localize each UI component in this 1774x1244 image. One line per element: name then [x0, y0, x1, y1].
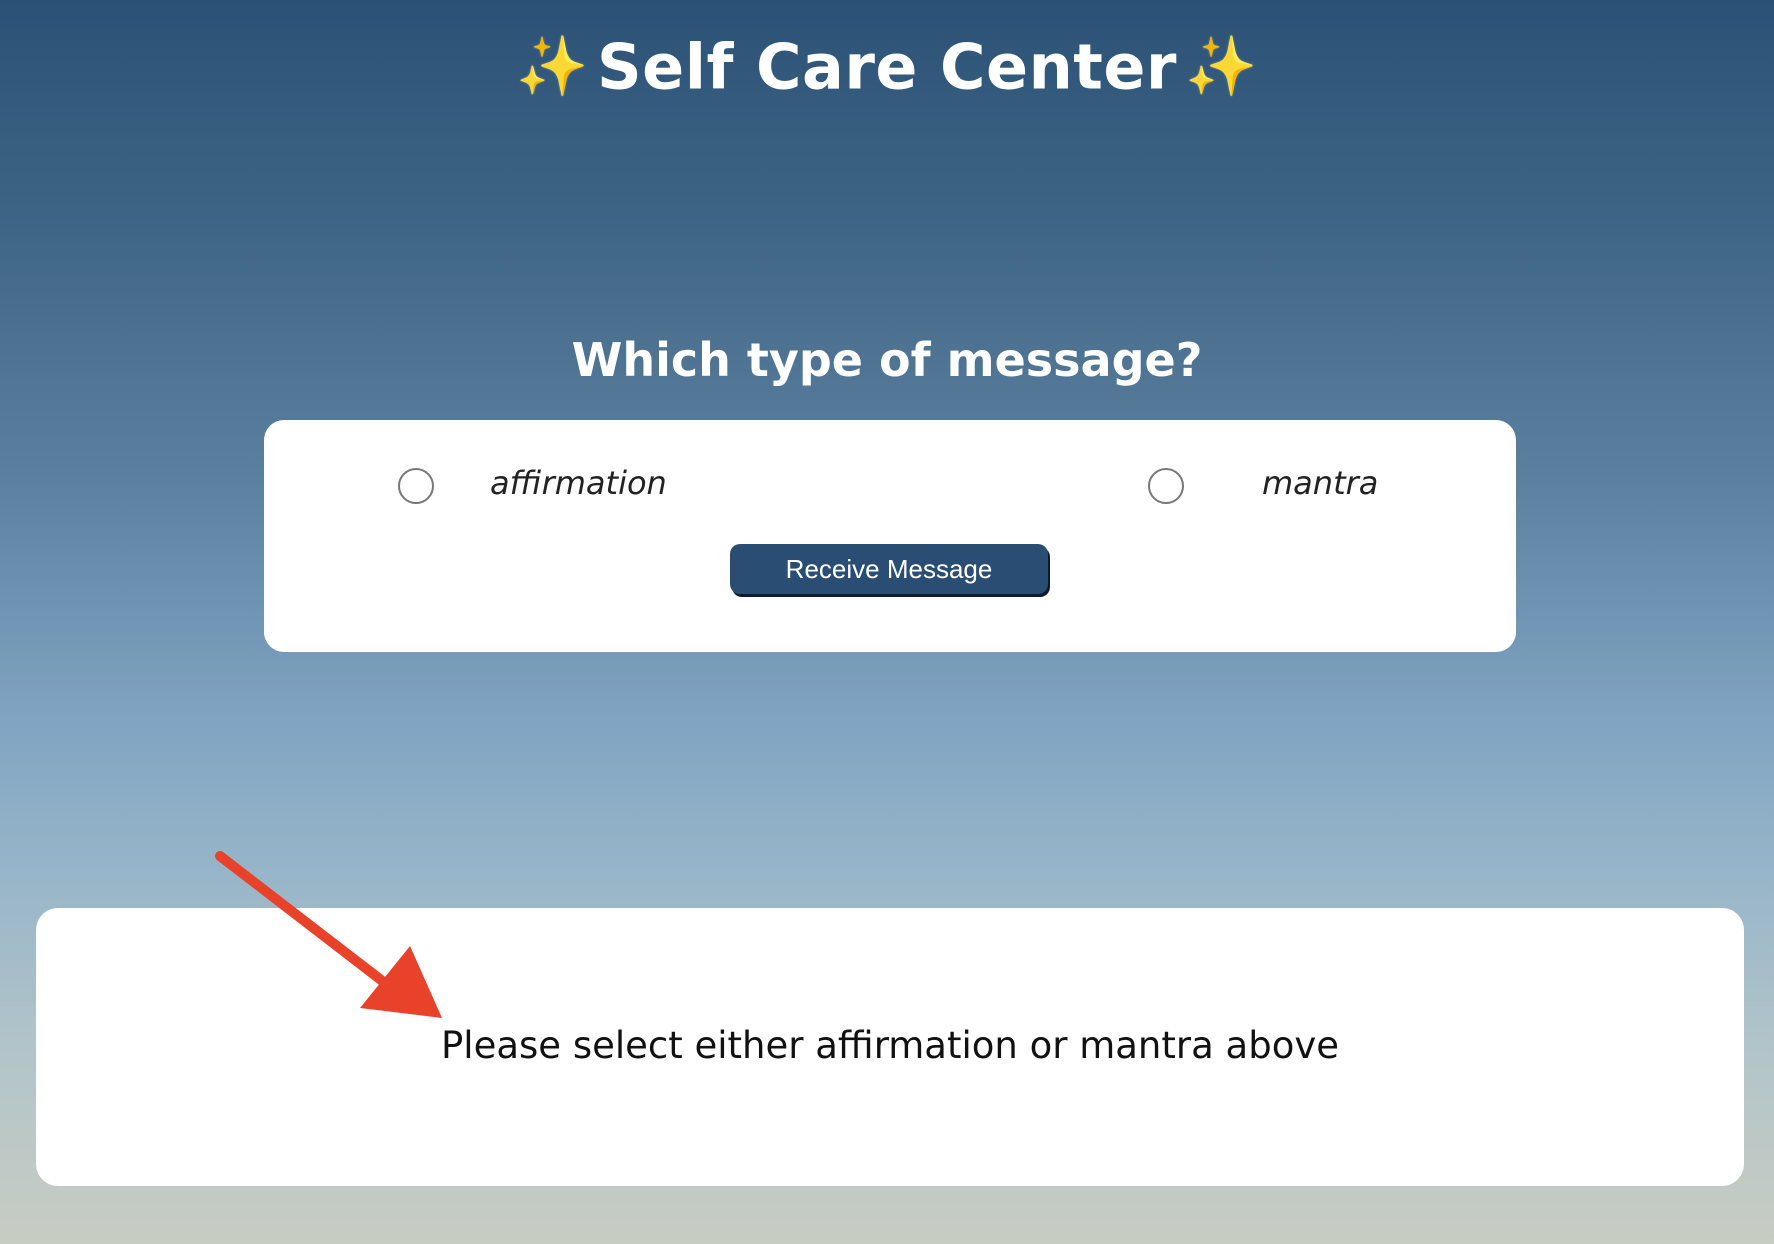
affirmation-radio[interactable] — [398, 468, 434, 504]
sparkles-icon: ✨ — [1185, 32, 1258, 101]
receive-message-button[interactable]: Receive Message — [730, 544, 1048, 594]
mantra-label[interactable]: mantra — [1262, 464, 1378, 502]
mantra-radio[interactable] — [1148, 468, 1184, 504]
message-type-form: affirmation mantra Receive Message — [264, 420, 1516, 652]
affirmation-label[interactable]: affirmation — [490, 464, 667, 502]
page-title: ✨ Self Care Center ✨ — [0, 26, 1774, 103]
sparkles-icon: ✨ — [516, 32, 589, 101]
arrow-icon — [215, 851, 442, 1018]
message-text: Please select either affirmation or mant… — [440, 1024, 1339, 1067]
question-heading: Which type of message? — [571, 333, 1203, 387]
page-title-text: Self Care Center — [596, 30, 1178, 104]
